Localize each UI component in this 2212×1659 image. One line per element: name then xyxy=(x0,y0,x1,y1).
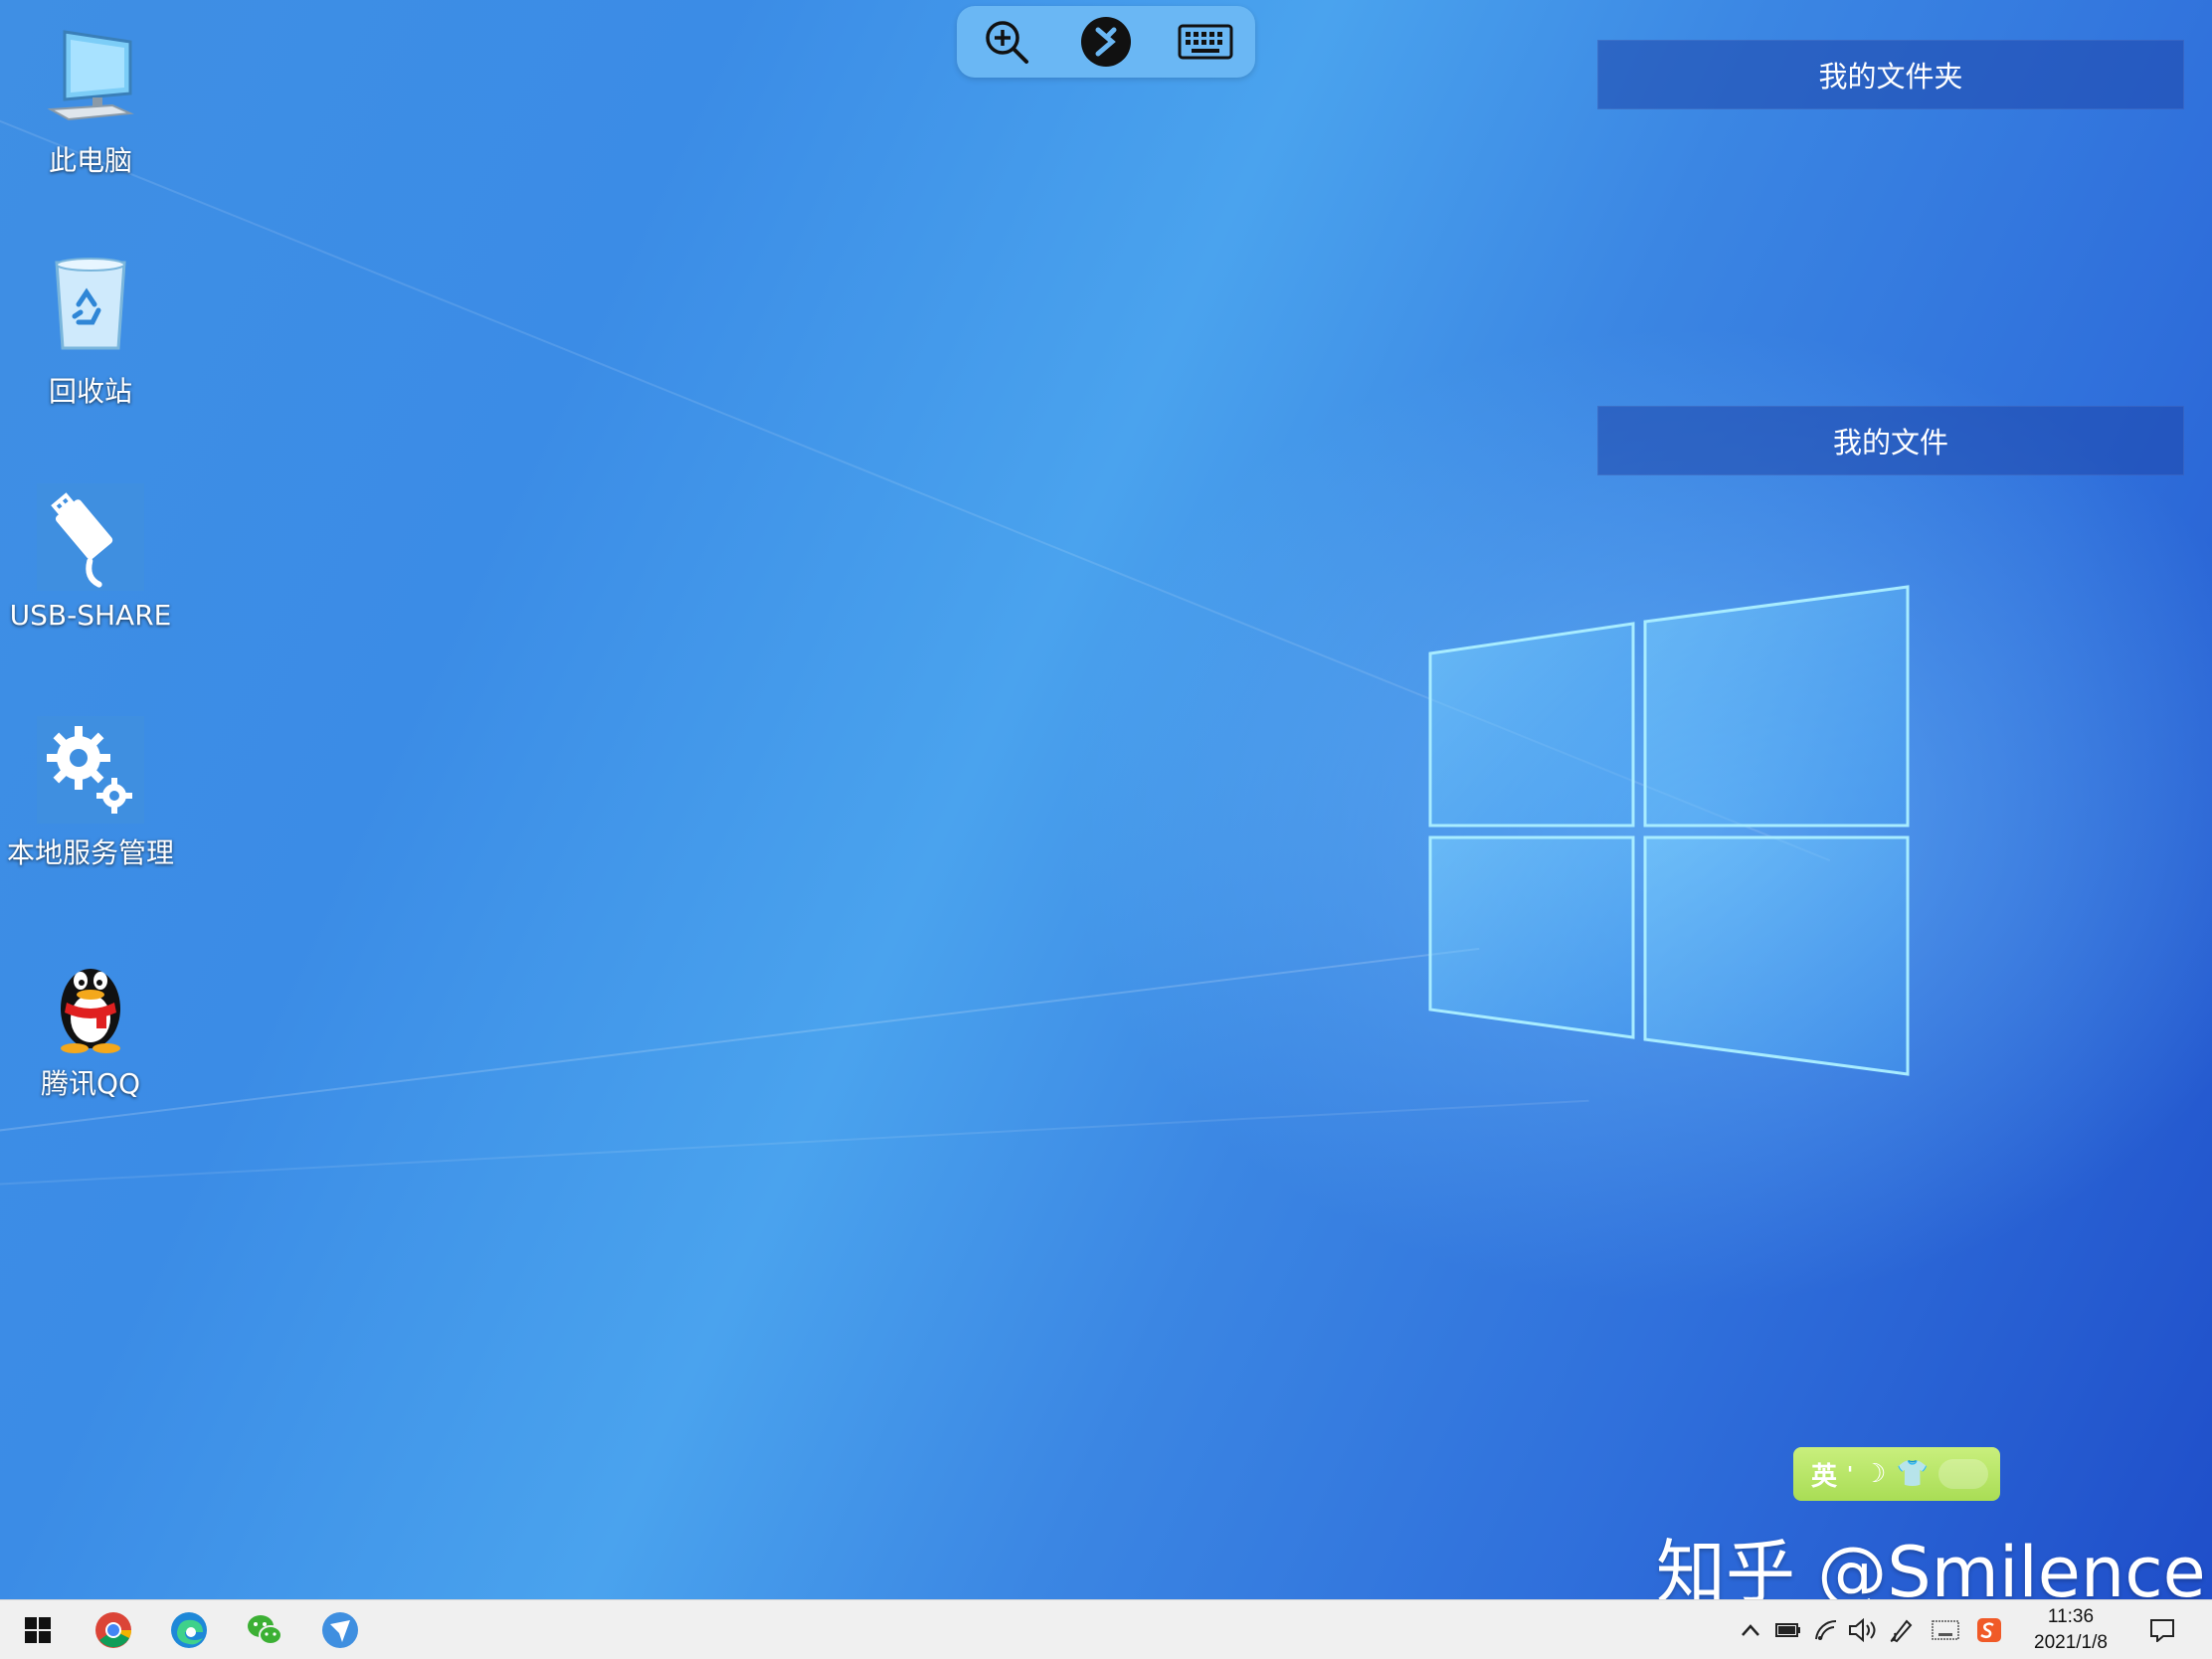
chevron-up-icon xyxy=(1742,1624,1759,1636)
usb-share-icon xyxy=(37,483,144,591)
tray-network[interactable] xyxy=(1812,1616,1840,1644)
moon-icon[interactable]: ☽ xyxy=(1863,1459,1886,1489)
wifi-icon xyxy=(1815,1619,1837,1640)
tray-battery[interactable] xyxy=(1774,1616,1802,1644)
punctuation-icon[interactable]: ' xyxy=(1847,1462,1853,1486)
skin-shirt-icon[interactable]: 👕 xyxy=(1896,1459,1928,1489)
desktop-icon-this-pc[interactable]: 此电脑 xyxy=(0,22,181,179)
desktop-icon-usb-share[interactable]: USB-SHARE xyxy=(0,481,181,632)
taskbar-wechat[interactable] xyxy=(243,1608,286,1652)
taskbar-feishu[interactable] xyxy=(318,1608,362,1652)
tray-sogou-ime[interactable] xyxy=(1975,1616,2003,1644)
my-files-panel[interactable]: 我的文件 xyxy=(1597,406,2184,475)
notification-icon xyxy=(2150,1619,2174,1642)
taskbar-clock[interactable]: 11:36 2021/1/8 xyxy=(2021,1604,2120,1656)
taskbar-chrome[interactable] xyxy=(92,1608,135,1652)
desktop-icon-label: 此电脑 xyxy=(48,144,132,177)
desktop-icon-local-services[interactable]: 本地服务管理 xyxy=(0,714,181,871)
pen-icon xyxy=(1890,1619,1913,1643)
desktop-icon-label: 腾讯QQ xyxy=(40,1067,141,1100)
my-files-label: 我的文件 xyxy=(1832,426,1948,460)
recycle-bin-icon xyxy=(55,258,126,350)
zoom-in-icon xyxy=(986,21,1028,64)
remote-connect-icon xyxy=(1081,17,1131,67)
tray-pen[interactable] xyxy=(1888,1616,1916,1644)
tray-expand[interactable] xyxy=(1737,1616,1764,1644)
volume-icon xyxy=(1849,1618,1876,1642)
gears-icon xyxy=(37,716,144,824)
clock-time: 11:36 xyxy=(2047,1606,2095,1627)
windows-start-icon xyxy=(25,1617,51,1643)
taskbar: 11:36 2021/1/8 xyxy=(0,1599,2212,1659)
my-folder-panel[interactable]: 我的文件夹 xyxy=(1597,40,2184,109)
ime-decor-icon xyxy=(1937,1459,1988,1489)
desktop-icon-label: 回收站 xyxy=(48,375,132,408)
sogou-icon xyxy=(1977,1618,2001,1642)
tray-volume[interactable] xyxy=(1848,1616,1876,1644)
remote-toolbar xyxy=(957,6,1255,78)
keyboard-button[interactable] xyxy=(1174,10,1237,74)
desktop[interactable]: 此电脑 回收站 USB-SHARE 本地服务管理 腾讯QQ 我的文件夹 我的文件… xyxy=(0,0,2212,1599)
qq-penguin-icon xyxy=(61,969,120,1053)
clock-date: 2021/1/8 xyxy=(2034,1632,2108,1653)
ime-mode-label[interactable]: 英 xyxy=(1811,1456,1837,1493)
ime-status-bar[interactable]: 英 ' ☽ 👕 xyxy=(1793,1447,2000,1501)
windows-wallpaper-logo xyxy=(1428,585,1910,1076)
start-button[interactable] xyxy=(16,1608,60,1652)
zhihu-watermark: 知乎 @Smilence xyxy=(1656,1532,2206,1599)
desktop-icon-tencent-qq[interactable]: 腾讯QQ xyxy=(0,945,181,1102)
action-center-button[interactable] xyxy=(2148,1616,2176,1644)
edge-icon xyxy=(171,1612,207,1648)
desktop-icon-recycle-bin[interactable]: 回收站 xyxy=(0,253,181,410)
wechat-icon xyxy=(248,1615,282,1645)
battery-icon xyxy=(1775,1623,1800,1637)
taskbar-edge[interactable] xyxy=(167,1608,211,1652)
chrome-icon xyxy=(95,1612,131,1648)
feishu-icon xyxy=(322,1612,358,1648)
computer-icon xyxy=(47,30,134,121)
keyboard-icon xyxy=(1178,24,1233,60)
remote-connect-button[interactable] xyxy=(1074,10,1138,74)
zoom-in-button[interactable] xyxy=(975,10,1038,74)
desktop-icon-label: 本地服务管理 xyxy=(6,836,174,869)
desktop-icon-label: USB-SHARE xyxy=(9,599,172,632)
my-folder-label: 我的文件夹 xyxy=(1818,60,1963,93)
keyboard-tray-icon xyxy=(1932,1620,1959,1640)
tray-touch-keyboard[interactable] xyxy=(1932,1616,1959,1644)
